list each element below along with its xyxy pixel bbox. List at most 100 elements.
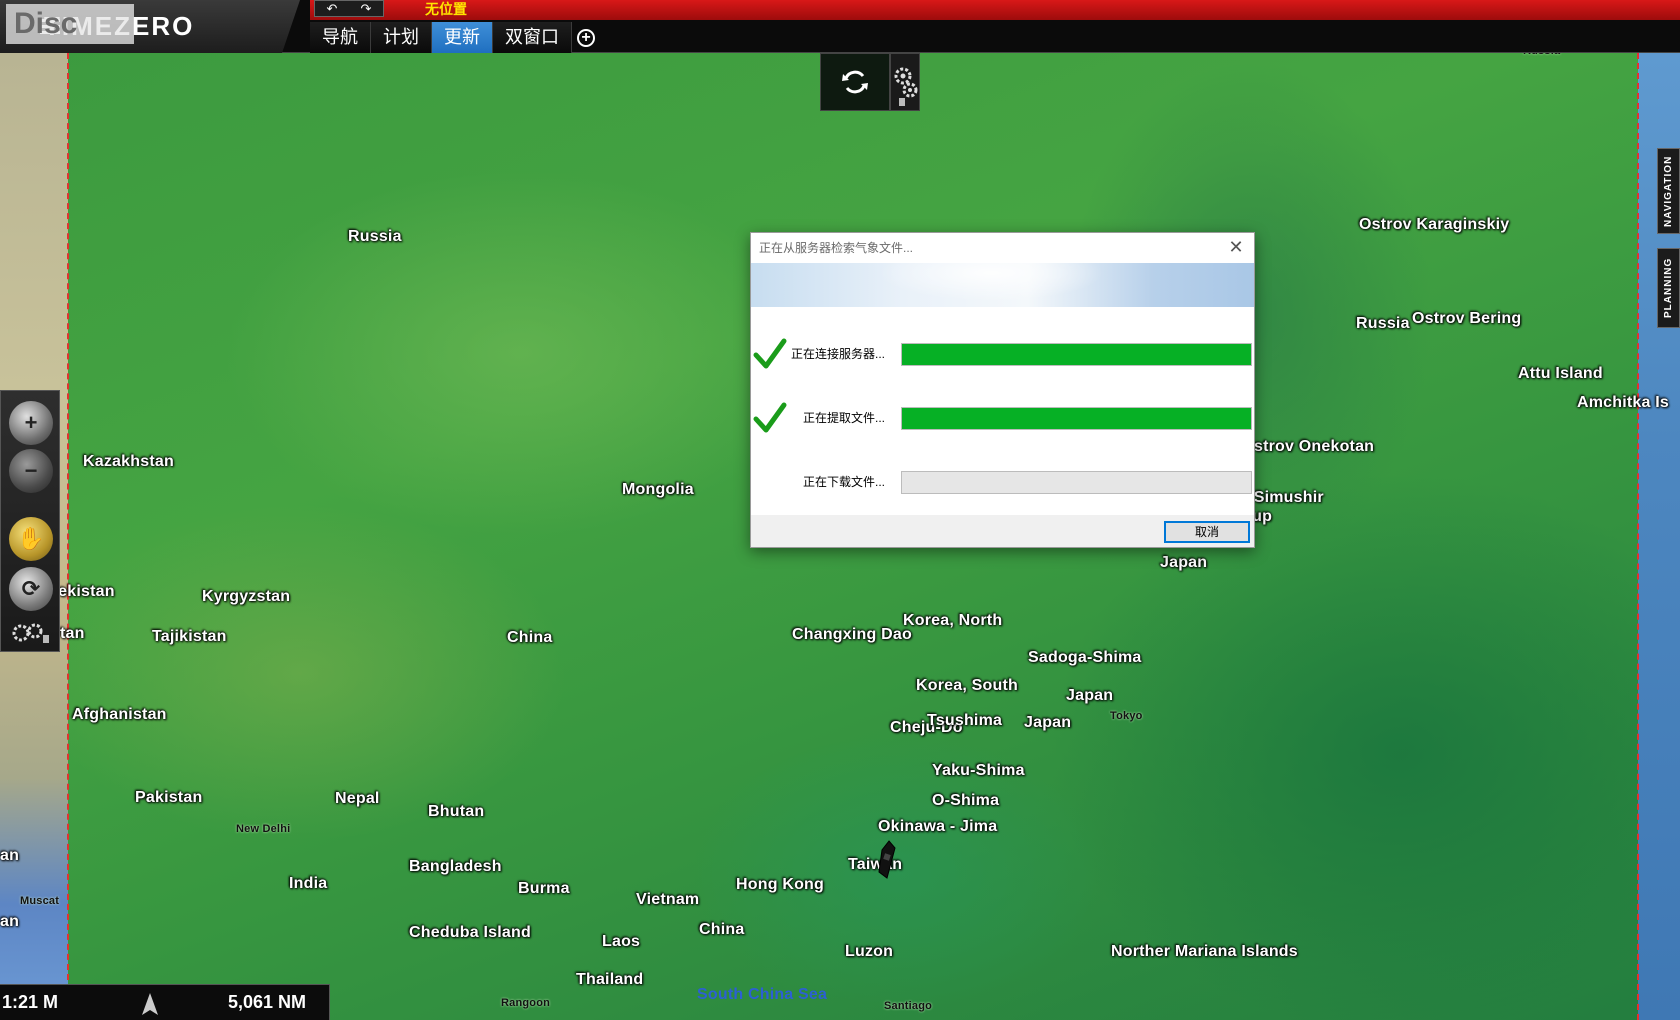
map-label-afghanistan: Afghanistan — [72, 706, 167, 723]
rotate-icon: ⟳ — [21, 576, 41, 601]
map-label-tajikistan: Tajikistan — [152, 628, 227, 645]
map-label-korea-north: Korea, North — [903, 612, 1003, 629]
map-label-japan-mid: Japan — [1066, 687, 1114, 704]
map-label-china-main: China — [507, 629, 553, 646]
map-label-korea-south: Korea, South — [916, 677, 1018, 694]
map-label-kyrgyzstan: Kyrgyzstan — [202, 588, 291, 605]
sync-settings-button[interactable] — [890, 53, 920, 111]
progress-fill — [902, 344, 1251, 365]
progress-bar — [901, 471, 1252, 494]
map-label-cheduba: Cheduba Island — [409, 924, 531, 941]
map-label-thailand: Thailand — [576, 971, 644, 988]
map-label-russia-top-cut: Russia — [1523, 53, 1560, 57]
map-label-yaku-shima: Yaku-Shima — [932, 762, 1025, 779]
map-label-vietnam: Vietnam — [636, 891, 700, 908]
pan-tool-button[interactable]: ✋ — [9, 517, 53, 561]
map-label-attu: Attu Island — [1518, 365, 1603, 382]
dialog-banner — [751, 263, 1254, 307]
map-label-changxing-dao: Changxing Dao — [792, 626, 912, 643]
scale-readout[interactable]: 1:21 M — [2, 992, 58, 1013]
planning-side-tab[interactable]: PLANNING — [1657, 248, 1680, 328]
step-download: 正在下载文件... — [751, 469, 1256, 495]
step-connect: 正在连接服务器... — [751, 338, 1256, 369]
map-label-tokyo: Tokyo — [1110, 710, 1143, 722]
workspace-tabs: 导航 计划 更新 双窗口 + — [310, 22, 600, 53]
close-icon[interactable]: ✕ — [1226, 233, 1246, 263]
navigation-side-tab[interactable]: NAVIGATION — [1657, 148, 1680, 234]
tab-dual-window[interactable]: 双窗口 — [493, 22, 572, 53]
north-arrow-icon[interactable] — [140, 992, 160, 1016]
dialog-title-bar: 正在从服务器检索气象文件... ✕ — [751, 233, 1254, 263]
map-label-oman-cut: an — [0, 913, 20, 930]
map-label-pakistan: Pakistan — [135, 789, 203, 806]
map-label-santiago: Santiago — [884, 1000, 933, 1012]
map-label-bangladesh: Bangladesh — [409, 858, 502, 875]
zoom-out-button[interactable]: − — [9, 449, 53, 493]
zoom-in-button[interactable]: + — [9, 401, 53, 445]
dialog-body: 正在连接服务器... 正在提取文件... 正在下载文件... — [751, 307, 1254, 517]
tab-planning[interactable]: 计划 — [371, 22, 432, 53]
dialog-title: 正在从服务器检索气象文件... — [759, 241, 914, 255]
brand-badge: Disc — [6, 4, 134, 44]
chart-boundary-left — [67, 53, 69, 1020]
map-label-mongolia: Mongolia — [622, 481, 694, 498]
map-label-kazakhstan: Kazakhstan — [83, 453, 174, 470]
map-label-nepal: Nepal — [335, 790, 380, 807]
map-label-russia-west: Russia — [348, 228, 402, 245]
map-label-amchitka: Amchitka Is — [1577, 394, 1670, 411]
map-label-bhutan: Bhutan — [428, 803, 485, 820]
map-label-luzon: Luzon — [845, 943, 894, 960]
check-icon — [753, 338, 787, 369]
map-label-south-china-sea: South China Sea — [697, 986, 828, 1003]
progress-bar — [901, 343, 1252, 366]
chart-boundary-right — [1637, 53, 1639, 1020]
check-icon — [753, 402, 787, 433]
weather-download-dialog: 正在从服务器检索气象文件... ✕ 正在连接服务器... 正在提取文件... 正… — [750, 232, 1255, 548]
undo-button[interactable]: ↶ — [315, 1, 349, 16]
position-status: 无位置 — [425, 1, 467, 17]
progress-fill — [902, 408, 1251, 429]
map-label-onekotan: strov Onekotan — [1254, 438, 1375, 455]
sync-widget — [820, 53, 920, 111]
zoom-in-icon: + — [24, 410, 38, 435]
map-label-karaginskiy: Ostrov Karaginskiy — [1359, 216, 1510, 233]
map-label-china-south: China — [699, 921, 745, 938]
tab-navigation[interactable]: 导航 — [310, 22, 371, 53]
tools-settings-button[interactable] — [9, 619, 53, 647]
own-ship-icon[interactable] — [873, 840, 899, 880]
map-label-okinawa: Okinawa - Jima — [878, 818, 998, 835]
gear-icon — [894, 67, 918, 106]
plus-icon: + — [577, 28, 595, 47]
step-label: 正在下载文件... — [802, 475, 885, 489]
map-label-laos: Laos — [602, 933, 641, 950]
bottom-status-bar: 1:21 M 5,061 NM — [0, 984, 330, 1020]
map-label-russia-east: Russia — [1356, 315, 1410, 332]
sync-button[interactable] — [820, 53, 890, 111]
map-label-rangoon: Rangoon — [501, 997, 551, 1009]
map-label-muscat: Muscat — [20, 895, 60, 907]
step-label: 正在提取文件... — [802, 411, 885, 425]
map-label-turkmenistan-cut: tan — [60, 625, 85, 642]
cancel-button[interactable]: 取消 — [1164, 521, 1250, 543]
map-label-india: India — [289, 875, 328, 892]
map-label-japan-north: Japan — [1160, 554, 1208, 571]
map-label-tsushima: Tsushima — [927, 712, 1003, 729]
gear-icon — [12, 623, 49, 643]
map-tools-panel: + − ✋ ⟳ — [0, 390, 60, 652]
map-label-burma: Burma — [518, 880, 570, 897]
map-label-japan-south: Japan — [1024, 714, 1072, 731]
zoom-out-icon: − — [24, 458, 38, 483]
map-label-hong-kong: Hong Kong — [736, 876, 824, 893]
hand-icon: ✋ — [17, 526, 45, 551]
step-extract: 正在提取文件... — [751, 402, 1256, 433]
dialog-footer: 取消 — [751, 515, 1254, 547]
step-label: 正在连接服务器... — [791, 347, 886, 361]
redo-button[interactable]: ↷ — [349, 1, 383, 16]
add-workspace-button[interactable]: + — [572, 22, 600, 53]
map-label-bering: Ostrov Bering — [1412, 310, 1522, 327]
distance-readout[interactable]: 5,061 NM — [228, 992, 306, 1013]
map-label-new-delhi: New Delhi — [236, 823, 291, 835]
tab-update[interactable]: 更新 — [432, 22, 493, 53]
progress-bar — [901, 407, 1252, 430]
rotate-tool-button[interactable]: ⟳ — [9, 567, 53, 611]
